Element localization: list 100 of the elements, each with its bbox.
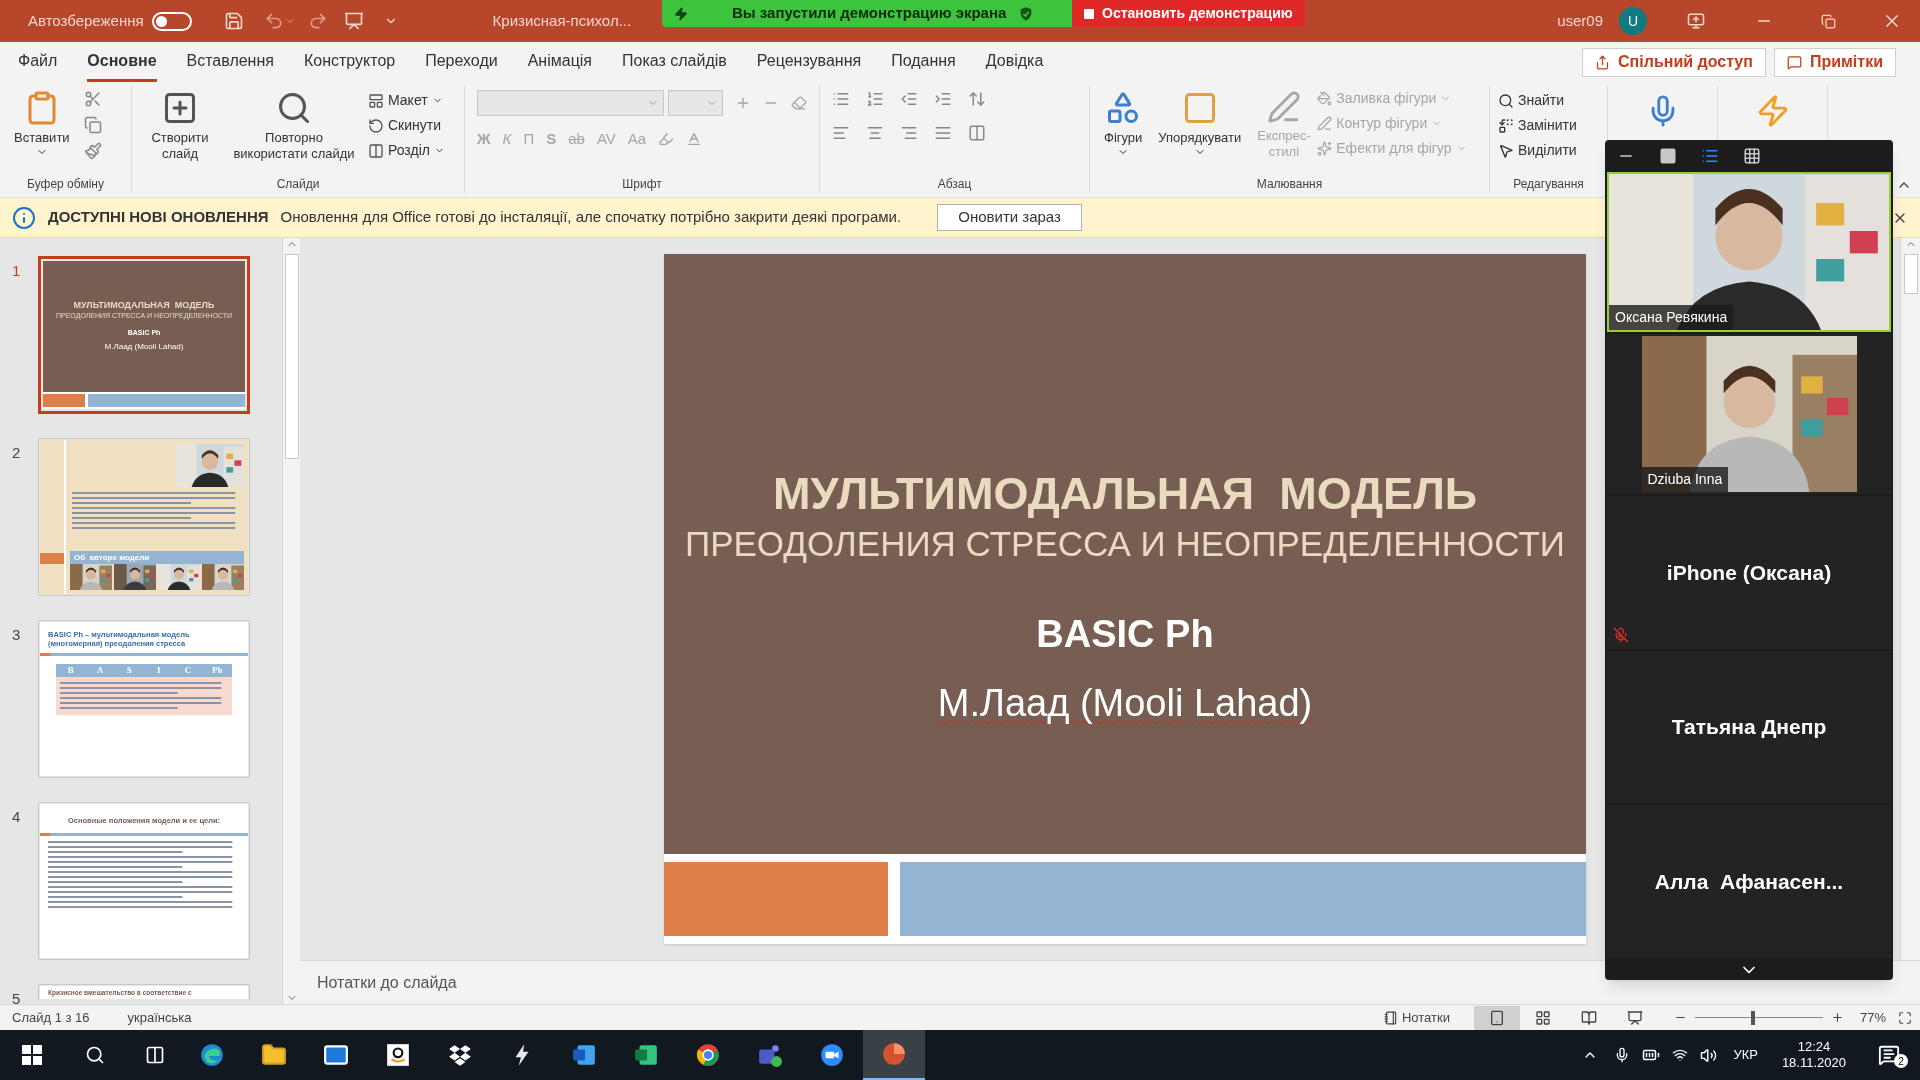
comment-icon: [1786, 54, 1802, 70]
numbering-icon[interactable]: [866, 90, 884, 108]
wifi-icon[interactable]: [1672, 1047, 1689, 1063]
ribbon-tab[interactable]: Файл: [18, 42, 58, 82]
accent-block: [40, 553, 64, 564]
clock-time: 12:24: [1797, 1038, 1831, 1055]
fill-icon: [1317, 91, 1333, 106]
scroll-thumb[interactable]: [284, 254, 299, 459]
update-now-button[interactable]: Оновити зараз: [937, 204, 1083, 231]
group-label: Малювання: [1255, 176, 1324, 193]
participant-name: Dziuba Inna: [1641, 467, 1729, 493]
document-app-icon: [571, 1042, 597, 1068]
table-header: B: [66, 663, 75, 677]
slide-counter: Слайд 1 з 16: [12, 1008, 90, 1027]
folder-icon: [261, 1042, 287, 1068]
slide-caption: Об авторе модели: [70, 551, 244, 564]
ribbon-menu-button[interactable]: Макет: [368, 90, 445, 111]
reuse-slides-button[interactable]: Повторно використати слайди: [224, 86, 364, 162]
ribbon-tab[interactable]: Переходи: [425, 42, 498, 82]
clear-formatting-icon[interactable]: [791, 95, 807, 111]
section-icon: [368, 142, 384, 159]
ribbon-menu-button[interactable]: Виділити: [1498, 140, 1599, 161]
columns-icon[interactable]: [968, 124, 986, 142]
scroll-thumb[interactable]: [1903, 254, 1918, 294]
participant-name: Алла Афанасен...: [1654, 869, 1844, 895]
ribbon-tab[interactable]: Вставлення: [186, 42, 274, 82]
shapes-button[interactable]: Фігури: [1098, 86, 1149, 158]
group-label: Абзац: [936, 176, 973, 193]
zoom-slider[interactable]: [1694, 1010, 1823, 1025]
arrange-button[interactable]: Упорядкувати: [1152, 86, 1248, 158]
share-button[interactable]: Спільний доступ: [1582, 47, 1766, 77]
bullets-icon[interactable]: [832, 90, 850, 108]
pen-icon: [1266, 90, 1301, 124]
table-header: Ph: [211, 663, 224, 677]
start-icon[interactable]: [22, 1045, 42, 1065]
restore-icon[interactable]: [1821, 13, 1836, 29]
ribbon-menu-button[interactable]: Скинути: [368, 115, 445, 136]
replace-icon: [1498, 117, 1514, 134]
autosave-label: Автозбереження: [28, 10, 144, 31]
thumbnail-view-icon[interactable]: [1659, 147, 1677, 166]
comments-button[interactable]: Примітки: [1773, 47, 1896, 77]
ribbon-tab[interactable]: Рецензування: [756, 42, 862, 82]
task-view-icon[interactable]: [145, 1045, 165, 1065]
presentation-icon[interactable]: [343, 11, 364, 31]
notes-button[interactable]: Нотатки: [1383, 1007, 1450, 1028]
highlight-icon[interactable]: [658, 131, 675, 148]
autosave-toggle[interactable]: [151, 11, 192, 31]
table-header: S: [125, 663, 133, 677]
table-header: A: [95, 663, 105, 677]
ribbon-tab[interactable]: Конструктор: [303, 42, 396, 82]
ribbon-tab[interactable]: Довідка: [985, 42, 1044, 82]
justify-icon[interactable]: [934, 124, 952, 142]
ribbon-tab[interactable]: Подання: [891, 42, 956, 82]
sharing-message: Вы запустили демонстрацию экрана: [732, 3, 1007, 24]
chat-app-icon: [757, 1042, 783, 1068]
gallery-view-icon[interactable]: [1743, 147, 1761, 166]
ribbon-tab[interactable]: Показ слайдів: [622, 42, 727, 82]
stop-sharing-button[interactable]: Остановить демонстрацию: [1072, 0, 1305, 27]
slide-code: BASIC Ph: [1036, 612, 1214, 657]
zoom-in-icon[interactable]: [1830, 1011, 1844, 1024]
line-spacing-icon[interactable]: [968, 90, 986, 108]
view-button[interactable]: [1473, 1005, 1520, 1030]
paste-button[interactable]: Вставити: [8, 86, 76, 158]
align-center-icon[interactable]: [866, 124, 884, 142]
fit-slide-icon[interactable]: [1898, 1010, 1912, 1025]
ribbon-menu-button[interactable]: Замінити: [1498, 115, 1599, 136]
notes-field[interactable]: Нотатки до слайда: [300, 960, 1920, 1004]
save-icon[interactable]: [223, 11, 244, 31]
indent-icon[interactable]: [934, 90, 952, 108]
group-label: Буфер обміну: [26, 176, 105, 193]
notification-count: 2: [1894, 1054, 1908, 1068]
undo-icon[interactable]: [263, 11, 284, 31]
search-icon[interactable]: [85, 1045, 105, 1065]
notification-title: ДОСТУПНІ НОВІ ОНОВЛЕННЯ: [48, 207, 269, 228]
ribbon-menu-button[interactable]: Знайти: [1498, 90, 1599, 111]
volume-icon[interactable]: [1700, 1046, 1718, 1064]
outline-icon: [1317, 116, 1333, 131]
group-label: Шрифт: [621, 176, 663, 193]
input-language[interactable]: УКР: [1733, 1045, 1758, 1065]
cut-icon[interactable]: [83, 90, 102, 108]
format-painter-icon[interactable]: [83, 142, 102, 160]
new-slide-button[interactable]: Створити слайд: [140, 86, 220, 162]
browser-icon: [695, 1042, 721, 1068]
align-left-icon[interactable]: [832, 124, 850, 142]
reset-icon: [368, 117, 384, 134]
copy-icon[interactable]: [83, 116, 102, 134]
slide-author: М.Лаад (Mooli Lahad): [937, 681, 1313, 726]
store-icon: [385, 1042, 411, 1068]
font-color-icon[interactable]: [686, 131, 703, 148]
browser-icon: [199, 1042, 225, 1068]
ribbon-tab[interactable]: Анімація: [527, 42, 592, 82]
align-right-icon[interactable]: [900, 124, 918, 142]
ribbon-display-icon[interactable]: [1687, 12, 1705, 30]
font-size-field[interactable]: [667, 90, 724, 116]
participant-name: Татьяна Днепр: [1671, 714, 1827, 741]
new-slide-icon: [162, 90, 198, 126]
reading-view-icon: [1580, 1009, 1597, 1026]
ribbon-menu-button[interactable]: Розділ: [368, 140, 445, 161]
outdent-icon[interactable]: [900, 90, 918, 108]
accent-block: [43, 394, 85, 407]
